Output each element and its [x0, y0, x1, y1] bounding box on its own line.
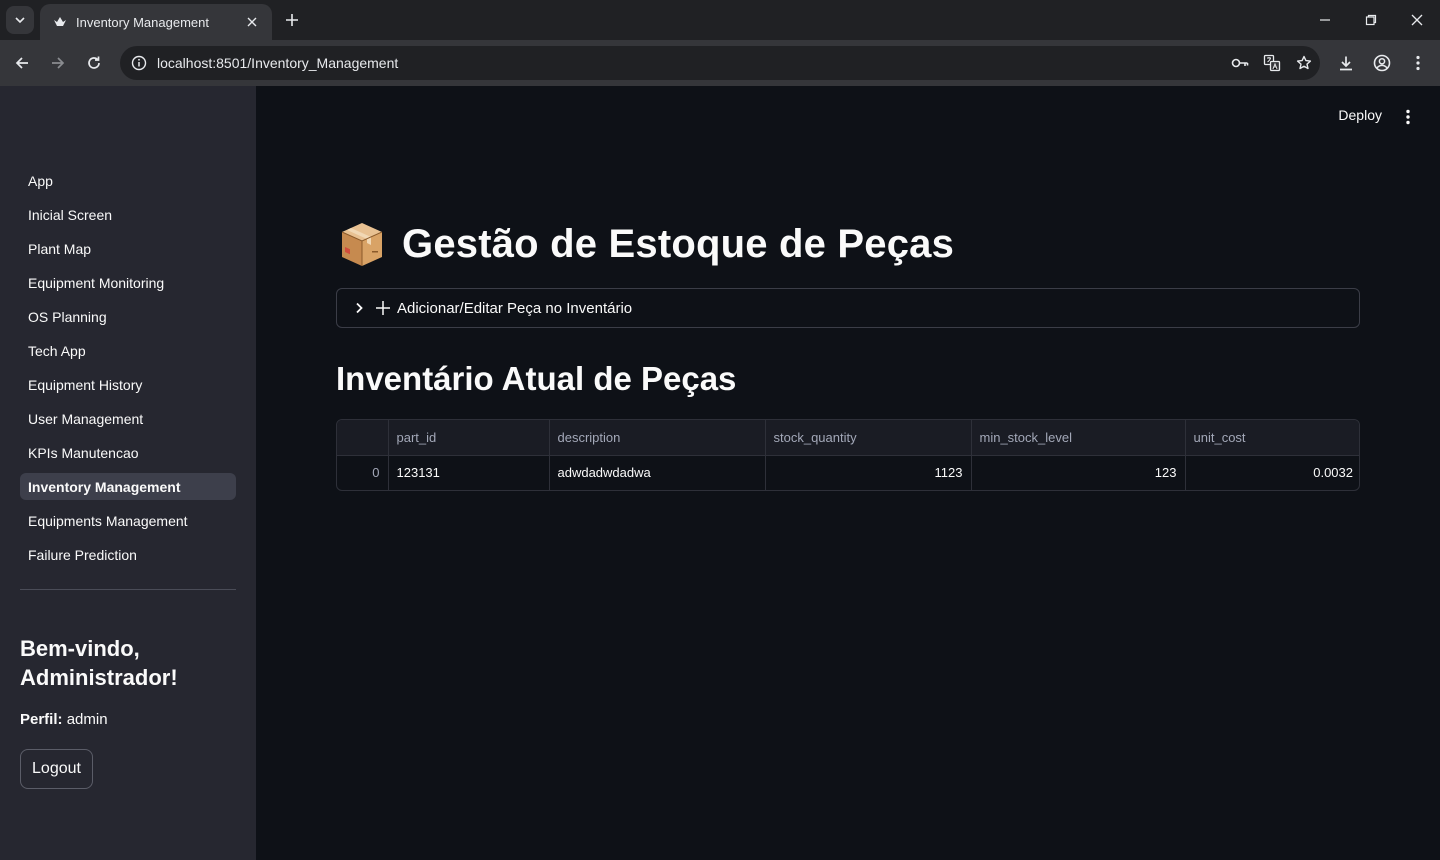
column-header-part-id[interactable]: part_id — [388, 420, 550, 456]
main-content: Deploy Gestão de Estoque de Peças Adicio… — [256, 86, 1440, 860]
chevron-right-icon — [353, 302, 365, 314]
reload-button[interactable] — [78, 47, 110, 79]
sidebar-item-equipments-management[interactable]: Equipments Management — [20, 504, 236, 538]
account-circle-icon — [1373, 54, 1391, 72]
tab-close-icon[interactable] — [242, 12, 262, 32]
browser-tabstrip: Inventory Management — [0, 0, 1440, 40]
expander-label: Adicionar/Editar Peça no Inventário — [397, 299, 633, 317]
plus-icon — [375, 300, 391, 316]
browser-menu-button[interactable] — [1402, 47, 1434, 79]
column-header-min-stock-level[interactable]: min_stock_level — [971, 420, 1186, 456]
url-text: localhost:8501/Inventory_Management — [157, 55, 399, 71]
profile-value: admin — [66, 711, 108, 728]
browser-toolbar: localhost:8501/Inventory_Management — [0, 40, 1440, 86]
inventory-table[interactable]: part_id description stock_quantity min_s… — [336, 419, 1360, 491]
close-icon — [1411, 14, 1423, 26]
sidebar-item-equipment-monitoring[interactable]: Equipment Monitoring — [20, 266, 236, 300]
restore-icon — [1365, 14, 1377, 26]
sidebar-item-os-planning[interactable]: OS Planning — [20, 300, 236, 334]
sidebar-item-equipment-history[interactable]: Equipment History — [20, 368, 236, 402]
description-cell[interactable]: adwdadwdadwa — [549, 455, 766, 490]
sidebar-item-kpis-manutencao[interactable]: KPIs Manutencao — [20, 436, 236, 470]
min-stock-level-cell[interactable]: 123 — [971, 455, 1186, 490]
reload-icon — [88, 56, 100, 69]
profile-label: Perfil: — [20, 711, 63, 728]
sidebar-nav: App Inicial Screen Plant Map Equipment M… — [20, 164, 236, 572]
arrow-left-icon — [15, 57, 28, 69]
downloads-button[interactable] — [1330, 47, 1362, 79]
streamlit-favicon-icon — [52, 14, 68, 30]
chevron-down-icon — [15, 17, 25, 24]
password-key-icon[interactable] — [1224, 46, 1256, 80]
arrow-right-icon — [52, 57, 65, 69]
profile-line: Perfil: admin — [20, 711, 108, 728]
site-info-icon[interactable] — [122, 46, 156, 80]
deploy-button[interactable]: Deploy — [1338, 107, 1382, 123]
inventory-section-title: Inventário Atual de Peças — [336, 360, 737, 397]
sidebar: App Inicial Screen Plant Map Equipment M… — [0, 86, 256, 860]
forward-button[interactable] — [42, 47, 74, 79]
profile-button[interactable] — [1366, 47, 1398, 79]
download-icon — [1340, 56, 1352, 71]
close-window-button[interactable] — [1394, 0, 1440, 40]
column-header-index[interactable] — [337, 420, 389, 456]
plus-icon — [286, 14, 298, 26]
more-vertical-icon — [1416, 55, 1420, 71]
column-header-description[interactable]: description — [549, 420, 766, 456]
sidebar-divider — [20, 589, 236, 590]
page-title: Gestão de Estoque de Peças — [336, 218, 954, 270]
package-box-icon — [341, 223, 383, 266]
add-edit-part-expander[interactable]: Adicionar/Editar Peça no Inventário — [336, 288, 1360, 328]
welcome-heading: Bem-vindo, Administrador! — [20, 636, 178, 690]
sidebar-item-app[interactable]: App — [20, 164, 236, 198]
back-button[interactable] — [6, 47, 38, 79]
restore-window-button[interactable] — [1348, 0, 1394, 40]
table-row[interactable]: 0 123131 adwdadwdadwa 1123 123 0.0032 — [337, 455, 1359, 490]
table-header-row: part_id description stock_quantity min_s… — [337, 420, 1359, 456]
column-header-unit-cost[interactable]: unit_cost — [1185, 420, 1359, 456]
app-menu-button[interactable] — [1396, 106, 1420, 128]
sidebar-item-inicial-screen[interactable]: Inicial Screen — [20, 198, 236, 232]
unit-cost-cell[interactable]: 0.0032 — [1185, 455, 1359, 490]
sidebar-item-user-management[interactable]: User Management — [20, 402, 236, 436]
more-vertical-icon — [1406, 109, 1410, 125]
logout-button[interactable]: Logout — [20, 749, 93, 789]
minimize-window-button[interactable] — [1302, 0, 1348, 40]
browser-tab-active[interactable]: Inventory Management — [40, 4, 272, 40]
sidebar-item-plant-map[interactable]: Plant Map — [20, 232, 236, 266]
bookmark-star-icon[interactable] — [1288, 46, 1320, 80]
page-title-text: Gestão de Estoque de Peças — [402, 221, 955, 266]
sidebar-item-tech-app[interactable]: Tech App — [20, 334, 236, 368]
new-tab-button[interactable] — [280, 8, 304, 32]
tab-title: Inventory Management — [76, 14, 209, 30]
sidebar-item-inventory-management[interactable]: Inventory Management — [20, 473, 236, 500]
part-id-cell[interactable]: 123131 — [388, 455, 550, 490]
minimize-icon — [1320, 19, 1330, 21]
translate-icon[interactable] — [1256, 46, 1288, 80]
stock-quantity-cell[interactable]: 1123 — [765, 455, 972, 490]
address-bar[interactable]: localhost:8501/Inventory_Management — [120, 46, 1320, 80]
tab-search-button[interactable] — [6, 6, 34, 34]
sidebar-item-failure-prediction[interactable]: Failure Prediction — [20, 538, 236, 572]
row-index-cell: 0 — [337, 455, 389, 490]
column-header-stock-quantity[interactable]: stock_quantity — [765, 420, 972, 456]
